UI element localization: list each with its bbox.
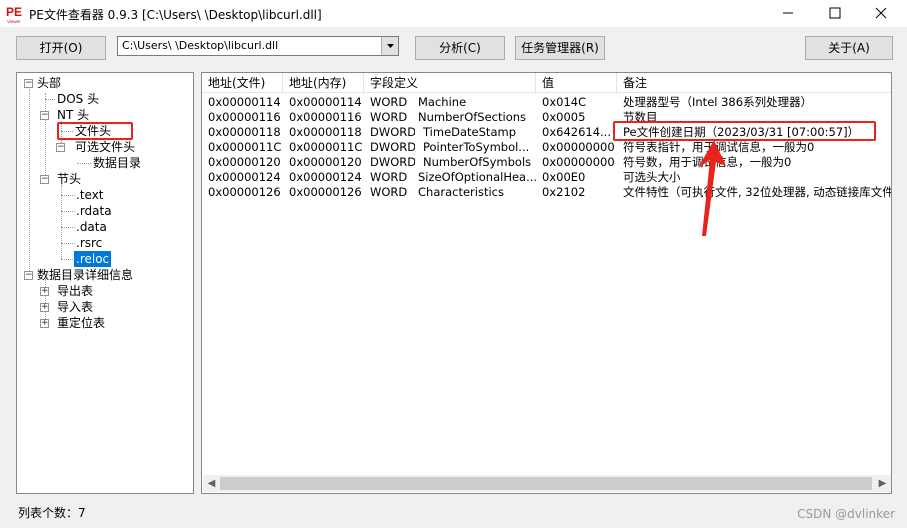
about-button[interactable]: 关于(A): [805, 36, 893, 60]
cell-value: 0x00E0: [542, 170, 586, 184]
cell-memory-address: 0x00000116: [289, 110, 362, 124]
table-row[interactable]: 0x00000124 0x00000124 WORD SizeOfOptiona…: [202, 170, 891, 185]
collapse-icon[interactable]: −: [24, 271, 33, 280]
expand-icon[interactable]: +: [40, 303, 49, 312]
cell-field-name: NumberOfSymbols: [423, 155, 532, 169]
expand-icon[interactable]: +: [40, 319, 49, 328]
cell-field-name: NumberOfSections: [418, 110, 527, 124]
column-header-file-address[interactable]: 地址(文件): [202, 73, 283, 93]
tree-node-dos-header[interactable]: DOS 头: [57, 91, 99, 107]
close-icon[interactable]: [858, 0, 904, 27]
column-header-value[interactable]: 值: [536, 73, 617, 93]
cell-memory-address: 0x00000118: [289, 125, 362, 139]
table-row[interactable]: 0x00000114 0x00000114 WORD Machine 0x014…: [202, 95, 891, 110]
tree-node-export-table[interactable]: 导出表: [57, 283, 93, 299]
cell-note: 可选头大小: [623, 170, 681, 184]
cell-note: 符号表指针，用于调试信息，一般为0: [623, 140, 815, 154]
annotation-box-timestamp: [613, 121, 876, 141]
cell-field-name: Characteristics: [418, 185, 504, 199]
list-header: 地址(文件) 地址(内存) 字段定义 值 备注: [202, 73, 891, 93]
cell-memory-address: 0x00000120: [289, 155, 362, 169]
cell-type: DWORD: [370, 140, 415, 154]
collapse-icon[interactable]: −: [40, 111, 49, 120]
path-value: C:\Users\ \Desktop\libcurl.dll: [122, 39, 279, 52]
cell-field-name: PointerToSymbol...: [423, 140, 530, 154]
cell-file-address: 0x00000118: [208, 125, 281, 139]
column-header-memory-address[interactable]: 地址(内存): [283, 73, 364, 93]
tree-node-section-header[interactable]: 节头: [57, 171, 81, 187]
annotation-box-file-header: [57, 122, 133, 140]
tree-node-nt-header[interactable]: NT 头: [57, 107, 89, 123]
tree-node-import-table[interactable]: 导入表: [57, 299, 93, 315]
tree-node-relocation-table[interactable]: 重定位表: [57, 315, 105, 331]
cell-value: 0x00000000: [542, 155, 615, 169]
cell-file-address: 0x00000114: [208, 95, 281, 109]
svg-text:Viewer: Viewer: [7, 19, 21, 24]
svg-text:PE: PE: [6, 5, 22, 19]
cell-type: DWORD: [370, 125, 415, 139]
cell-file-address: 0x0000011C: [208, 140, 282, 154]
scroll-left-icon[interactable]: ◀: [203, 475, 220, 492]
tree-node-section-data[interactable]: .data: [76, 219, 107, 235]
cell-type: WORD: [370, 95, 408, 109]
status-bar: 列表个数：7: [0, 498, 907, 528]
cell-field-name: TimeDateStamp: [423, 125, 516, 139]
window-title: PE文件查看器 0.9.3 [C:\Users\ \Desktop\libcur…: [29, 8, 322, 22]
scrollbar-thumb[interactable]: [220, 477, 872, 490]
tree-node-data-directory[interactable]: 数据目录: [93, 155, 141, 171]
cell-file-address: 0x00000116: [208, 110, 281, 124]
cell-value: 0x2102: [542, 185, 586, 199]
chevron-down-icon[interactable]: [381, 37, 398, 55]
column-header-field[interactable]: 字段定义: [364, 73, 536, 93]
app-icon: PE Viewer: [6, 5, 22, 24]
cell-type: WORD: [370, 110, 408, 124]
tree-node-data-directory-details[interactable]: 数据目录详细信息: [37, 267, 133, 283]
cell-field-name: SizeOfOptionalHea...: [418, 170, 536, 184]
table-row[interactable]: 0x00000120 0x00000120 DWORD NumberOfSymb…: [202, 155, 891, 170]
expand-icon[interactable]: +: [40, 287, 49, 296]
title-bar: PE Viewer PE文件查看器 0.9.3 [C:\Users\ \Desk…: [0, 0, 907, 27]
tree-node-optional-header[interactable]: 可选文件头: [75, 139, 135, 155]
minimize-icon[interactable]: [765, 0, 811, 27]
cell-value: 0x00000000: [542, 140, 615, 154]
horizontal-scrollbar[interactable]: ◀ ▶: [203, 475, 891, 492]
task-manager-button[interactable]: 任务管理器(R): [515, 36, 605, 60]
cell-memory-address: 0x00000124: [289, 170, 362, 184]
path-combobox[interactable]: C:\Users\ \Desktop\libcurl.dll: [117, 36, 399, 56]
scroll-right-icon[interactable]: ▶: [874, 475, 891, 492]
cell-memory-address: 0x00000126: [289, 185, 362, 199]
open-button[interactable]: 打开(O): [16, 36, 106, 60]
tree-node-section-text[interactable]: .text: [76, 187, 104, 203]
tree-node-section-rdata[interactable]: .rdata: [76, 203, 112, 219]
collapse-icon[interactable]: −: [24, 79, 33, 88]
table-row[interactable]: 0x0000011C 0x0000011C DWORD PointerToSym…: [202, 140, 891, 155]
collapse-icon[interactable]: −: [40, 175, 49, 184]
cell-memory-address: 0x00000114: [289, 95, 362, 109]
analyze-button[interactable]: 分析(C): [415, 36, 505, 60]
watermark: CSDN @dvlinker: [797, 507, 895, 521]
cell-file-address: 0x00000120: [208, 155, 281, 169]
item-count-label: 列表个数：7: [18, 506, 86, 520]
cell-memory-address: 0x0000011C: [289, 140, 363, 154]
collapse-icon[interactable]: −: [56, 143, 65, 152]
cell-value: 0x014C: [542, 95, 587, 109]
cell-type: DWORD: [370, 155, 415, 169]
cell-value: 0x0005: [542, 110, 586, 124]
cell-type: WORD: [370, 185, 408, 199]
tree-node-section-rsrc[interactable]: .rsrc: [76, 235, 102, 251]
tree-node-section-reloc[interactable]: .reloc: [74, 251, 112, 267]
cell-note: 文件特性（可执行文件, 32位处理器, 动态链接库文件: [623, 185, 892, 199]
cell-note: 处理器型号（Intel 386系列处理器）: [623, 95, 813, 109]
column-header-note[interactable]: 备注: [617, 73, 891, 93]
cell-field-name: Machine: [418, 95, 467, 109]
maximize-icon[interactable]: [812, 0, 858, 27]
cell-file-address: 0x00000124: [208, 170, 281, 184]
table-row[interactable]: 0x00000126 0x00000126 WORD Characteristi…: [202, 185, 892, 200]
cell-note: 符号数，用于调试信息，一般为0: [623, 155, 792, 169]
cell-file-address: 0x00000126: [208, 185, 281, 199]
annotation-arrow: [698, 140, 726, 236]
tree-node-header[interactable]: 头部: [37, 75, 61, 91]
cell-type: WORD: [370, 170, 408, 184]
cell-value: 0x642614...: [542, 125, 611, 139]
